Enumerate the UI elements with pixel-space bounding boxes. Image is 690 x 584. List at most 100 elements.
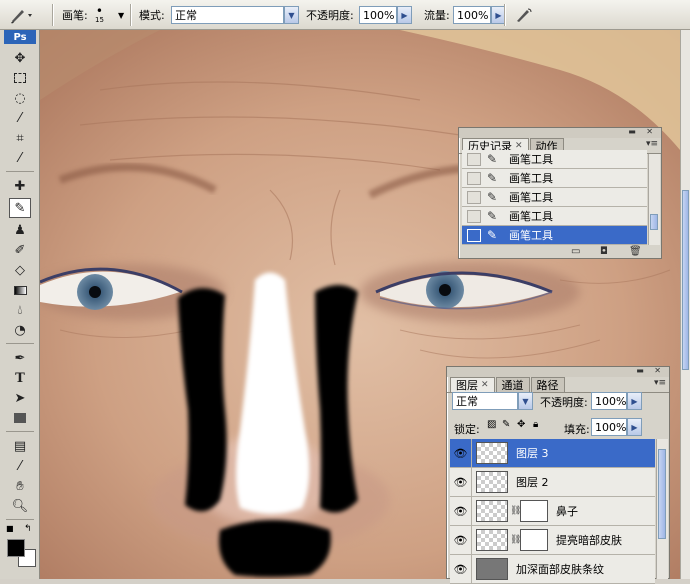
history-scrollbar-thumb[interactable] [650,214,658,230]
lock-position-icon[interactable]: ✥ [517,419,525,430]
clone-stamp-tool-icon[interactable]: ♟ [9,220,31,240]
history-state-marker-icon[interactable] [467,228,481,242]
layers-scrollbar[interactable] [656,439,668,579]
lock-transparency-icon[interactable]: ▨ [487,419,496,430]
opacity-slider-arrow-icon[interactable]: ▶ [397,6,412,24]
panel-menu-icon[interactable]: ▾≡ [654,378,666,388]
history-scrollbar[interactable] [648,154,660,245]
history-item-label: 画笔工具 [509,210,553,223]
layers-panel: ▬ ✕ 图层 ✕ 通道 路径 ▾≡ 正常 ▼ 不透明度: 100% ▶ 锁定: … [446,366,670,584]
layer-name: 提亮暗部皮肤 [556,534,622,547]
gradient-tool-icon[interactable] [9,280,31,300]
brush-preset-icon[interactable] [8,0,34,30]
layer-mask-thumbnail[interactable] [520,529,548,551]
tab-layers[interactable]: 图层 ✕ [450,377,495,392]
path-selection-tool-icon[interactable]: ➤ [9,388,31,408]
history-panel-titlebar[interactable]: ▬ ✕ [459,127,661,138]
fill-field[interactable]: 100% ▶ [591,418,642,436]
blend-mode-select[interactable]: 正常 ▼ [452,392,533,410]
layer-thumbnail [476,471,508,493]
lock-all-icon[interactable]: 🔒︎ [533,419,538,430]
history-item[interactable]: ✎ 画笔工具 [462,188,647,207]
chevron-down-icon[interactable]: ▼ [518,392,533,410]
foreground-color-swatch[interactable] [7,539,25,557]
lock-pixels-icon[interactable]: ✎ [502,419,510,430]
fill-slider-arrow-icon[interactable]: ▶ [627,418,642,436]
trash-icon[interactable]: 🗑︎ [629,246,642,257]
airbrush-icon[interactable] [514,0,534,30]
history-snapshot-checkbox[interactable] [467,171,481,185]
panel-window-controls-icon[interactable]: ▬ ✕ [628,127,657,136]
eraser-tool-icon[interactable]: ◇ [9,260,31,280]
layer-row[interactable]: 👁︎ 加深面部皮肤条纹 [450,555,655,584]
zoom-tool-icon[interactable]: 🔍︎ [9,496,31,516]
eye-icon[interactable]: 👁︎ [450,497,472,525]
history-item-label: 画笔工具 [509,229,553,242]
layers-scrollbar-thumb[interactable] [658,449,666,539]
history-snapshot-checkbox[interactable] [467,190,481,204]
layer-row-selected[interactable]: 👁︎ 图层 3 [450,439,655,468]
link-icon[interactable]: ⛓︎ [510,535,521,545]
history-item-selected[interactable]: ✎ 画笔工具 [462,226,647,245]
canvas-scrollbar[interactable] [680,30,690,579]
history-item[interactable]: ✎ 画笔工具 [462,150,647,169]
canvas-scrollbar-thumb[interactable] [682,190,689,370]
layer-row[interactable]: 👁︎ 图层 2 [450,468,655,497]
blend-mode-value: 正常 [456,395,478,408]
fill-value: 100% [595,420,627,434]
blur-tool-icon[interactable]: 💧︎ [9,300,31,320]
tab-paths[interactable]: 路径 [530,377,565,392]
eye-icon[interactable]: 👁︎ [450,439,472,467]
eye-icon[interactable]: 👁︎ [450,468,472,496]
color-sampler-tool-icon[interactable]: ⁄ [9,456,31,476]
panel-menu-icon[interactable]: ▾≡ [646,139,658,149]
opacity-value: 100% [363,8,395,22]
pen-tool-icon[interactable]: ✒ [9,348,31,368]
chevron-down-icon[interactable]: ▼ [284,6,299,24]
history-snapshot-checkbox[interactable] [467,209,481,223]
move-tool-icon[interactable]: ✥ [9,48,31,68]
history-item[interactable]: ✎ 画笔工具 [462,169,647,188]
brush-tool-icon[interactable]: ✎ [9,198,31,218]
brush-dropdown-icon[interactable]: ▼ [118,0,124,30]
hand-tool-icon[interactable]: ✋︎ [9,476,31,496]
lasso-tool-icon[interactable]: ◌ [9,88,31,108]
swap-colors-icon[interactable]: ↰ [24,524,32,534]
opacity-field[interactable]: 100% ▶ [359,0,412,30]
notes-tool-icon[interactable]: ▤ [9,436,31,456]
layer-mask-thumbnail[interactable] [520,500,548,522]
healing-brush-tool-icon[interactable]: ✚ [9,176,31,196]
tab-channels-label: 通道 [501,379,524,392]
layers-panel-titlebar[interactable]: ▬ ✕ [447,366,669,377]
close-icon[interactable]: ✕ [481,380,489,390]
history-item[interactable]: ✎ 画笔工具 [462,207,647,226]
brush-dot-icon: • [95,4,103,18]
brush-icon: ✎ [487,171,498,185]
tab-channels[interactable]: 通道 [495,377,530,392]
flow-label: 流量: [424,9,450,22]
options-bar: 画笔: • 15 ▼ 模式: 正常 ▼ 不透明度: 100% ▶ 流量: 100… [0,0,690,30]
dodge-tool-icon[interactable]: ◔ [9,320,31,340]
eyedropper-tool-icon[interactable]: ⁄ [9,148,31,168]
layer-row[interactable]: 👁︎ ⛓︎ 鼻子 [450,497,655,526]
type-tool-icon[interactable]: T [9,368,31,388]
new-snapshot-icon[interactable]: ◘ [600,246,608,257]
default-colors-icon[interactable]: ■ [6,524,14,533]
magic-wand-tool-icon[interactable]: ⁄ [9,108,31,128]
brush-icon: ✎ [487,152,498,166]
history-snapshot-checkbox[interactable] [467,152,481,166]
mode-select[interactable]: 正常 ▼ [171,0,299,30]
panel-window-controls-icon[interactable]: ▬ ✕ [636,366,665,375]
marquee-tool-icon[interactable] [9,68,31,88]
new-document-from-state-icon[interactable]: ▭ [571,246,580,257]
link-icon[interactable]: ⛓︎ [510,506,521,516]
opacity-slider-arrow-icon[interactable]: ▶ [627,392,642,410]
flow-field[interactable]: 100% ▶ [453,0,506,30]
layer-row[interactable]: 👁︎ ⛓︎ 提亮暗部皮肤 [450,526,655,555]
shape-tool-icon[interactable] [9,408,31,428]
crop-tool-icon[interactable]: ⌗ [9,128,31,148]
brush-size-picker[interactable]: • 15 [95,0,104,30]
eye-icon[interactable]: 👁︎ [450,526,472,554]
layer-opacity-field[interactable]: 100% ▶ [591,392,642,410]
history-brush-tool-icon[interactable]: ✐ [9,240,31,260]
